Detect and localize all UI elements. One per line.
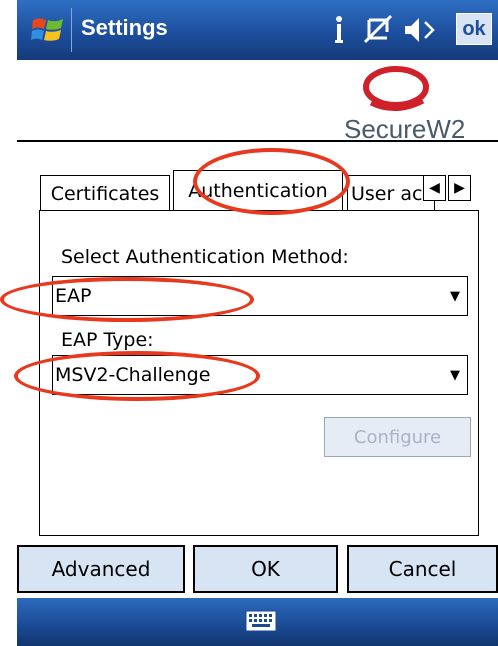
page-title: Settings <box>81 15 168 40</box>
cancel-button[interactable]: Cancel <box>347 545 498 593</box>
volume-icon <box>405 18 435 42</box>
status-icons <box>335 14 435 44</box>
title-ok-button[interactable]: ok <box>456 13 492 45</box>
windows-start-icon[interactable] <box>31 14 65 46</box>
auth-method-label: Select Authentication Method: <box>61 246 349 268</box>
keyboard-icon[interactable] <box>245 608 277 634</box>
connectivity-icon <box>335 16 343 43</box>
ok-button[interactable]: OK <box>193 545 338 593</box>
title-bar: Settings ok <box>17 0 498 60</box>
chevron-down-icon: ▼ <box>450 367 460 383</box>
tab-scroll-left-icon[interactable]: ◀ <box>423 175 446 201</box>
logo-text: SecureW2 <box>344 114 466 144</box>
tab-scroll-right-icon[interactable]: ▶ <box>448 175 471 201</box>
title-separator <box>71 8 72 52</box>
annotation-ring-eap-type <box>14 351 260 401</box>
soft-input-bar <box>17 598 498 646</box>
tab-certificates[interactable]: Certificates <box>40 175 170 211</box>
chevron-down-icon: ▼ <box>450 288 460 304</box>
tab-user-account[interactable]: User ac <box>347 175 435 211</box>
signal-off-icon <box>363 14 393 44</box>
securew2-logo-icon <box>363 66 429 111</box>
logo-banner: SecureW2 <box>17 60 498 144</box>
configure-button[interactable]: Configure <box>324 417 471 457</box>
annotation-ring-tab <box>193 148 350 215</box>
advanced-button[interactable]: Advanced <box>17 545 185 593</box>
annotation-ring-auth-method <box>0 277 254 322</box>
eap-type-label: EAP Type: <box>61 329 154 351</box>
tab-scroll-arrows: ◀ ▶ <box>423 175 473 203</box>
pocketpc-screen: Settings ok SecureW2 Certificates Authen… <box>17 0 498 646</box>
